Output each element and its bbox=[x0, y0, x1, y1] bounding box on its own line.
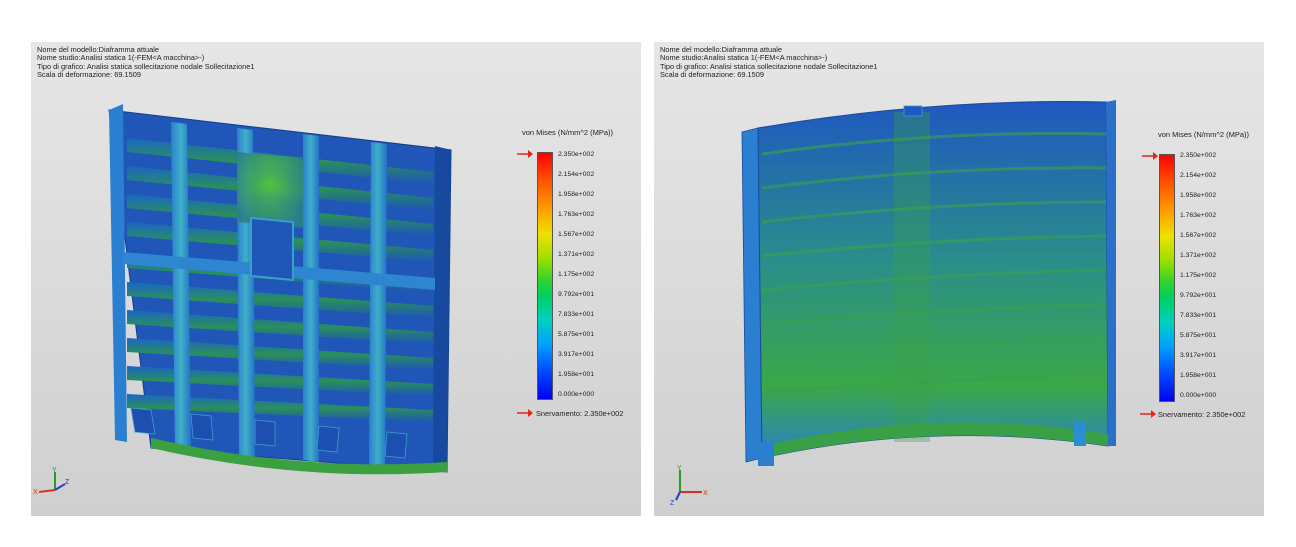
tick-label: 1.567e+002 bbox=[1180, 232, 1217, 239]
tick-label: 7.833e+001 bbox=[558, 311, 595, 318]
tick-label: 1.175e+002 bbox=[1180, 272, 1217, 279]
tick-label: 1.567e+002 bbox=[558, 231, 595, 238]
tick-label: 1.371e+002 bbox=[1180, 252, 1217, 259]
tick-label: 1.371e+002 bbox=[558, 251, 595, 258]
yield-label: Snervamento: 2.350e+002 bbox=[1158, 410, 1246, 419]
tick-label: 1.958e+002 bbox=[1180, 192, 1217, 199]
tick-label: 0.000e+000 bbox=[1180, 392, 1217, 399]
left-viewport[interactable]: Nome del modello:Diaframma attuale Nome … bbox=[31, 42, 641, 516]
axis-z-label: Z bbox=[65, 479, 70, 486]
axis-triad-icon: Y X Z bbox=[33, 467, 70, 496]
tick-label: 1.958e+001 bbox=[558, 371, 595, 378]
tick-label: 2.350e+002 bbox=[558, 151, 595, 158]
tick-label: 5.875e+001 bbox=[1180, 332, 1217, 339]
tick-label: 7.833e+001 bbox=[1180, 312, 1217, 319]
max-marker-arrow-icon bbox=[517, 150, 533, 158]
yield-label: Snervamento: 2.350e+002 bbox=[536, 409, 624, 418]
tick-label: 1.763e+002 bbox=[1180, 212, 1217, 219]
tick-label: 1.958e+001 bbox=[1180, 372, 1217, 379]
axis-y-label: Y bbox=[677, 465, 682, 472]
tick-label: 5.875e+001 bbox=[558, 331, 595, 338]
tick-label: 3.917e+001 bbox=[558, 351, 595, 358]
tick-label: 2.154e+002 bbox=[558, 171, 595, 178]
yield-arrow-icon bbox=[1140, 410, 1156, 418]
yield-arrow-icon bbox=[517, 409, 533, 417]
tick-label: 2.154e+002 bbox=[1180, 172, 1217, 179]
tick-label: 0.000e+000 bbox=[558, 391, 595, 398]
axis-x-label: X bbox=[703, 490, 708, 497]
tick-label: 3.917e+001 bbox=[1180, 352, 1217, 359]
tick-label: 9.792e+001 bbox=[558, 291, 595, 298]
color-scale-bar bbox=[1159, 154, 1175, 402]
tick-label: 1.763e+002 bbox=[558, 211, 595, 218]
stress-legend: von Mises (N/mm^2 (MPa)) 2.350e+002 2.15… bbox=[654, 42, 1264, 516]
axis-triad-icon: Y X Z bbox=[670, 465, 708, 506]
tick-label: 1.175e+002 bbox=[558, 271, 595, 278]
axis-z-label: Z bbox=[670, 500, 675, 506]
right-viewport[interactable]: Nome del modello:Diaframma attuale Nome … bbox=[654, 42, 1264, 516]
color-scale-bar bbox=[537, 152, 553, 400]
tick-label: 9.792e+001 bbox=[1180, 292, 1217, 299]
axis-y-label: Y bbox=[52, 467, 57, 474]
stress-legend: von Mises (N/mm^2 (MPa)) 2.350e+002 2.15… bbox=[31, 42, 641, 516]
legend-title: von Mises (N/mm^2 (MPa)) bbox=[1158, 130, 1250, 139]
legend-title: von Mises (N/mm^2 (MPa)) bbox=[522, 128, 614, 137]
max-marker-arrow-icon bbox=[1142, 152, 1158, 160]
tick-label: 1.958e+002 bbox=[558, 191, 595, 198]
tick-label: 2.350e+002 bbox=[1180, 152, 1217, 159]
axis-x-label: X bbox=[33, 489, 38, 496]
